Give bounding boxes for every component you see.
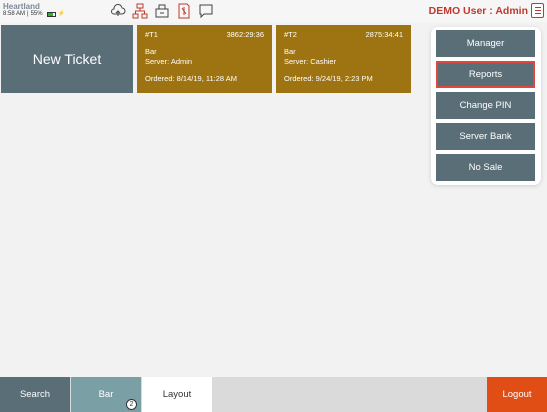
ticket-id: #T1: [145, 30, 158, 39]
ticket-ordered: Ordered: 8/14/19, 11:28 AM: [145, 74, 238, 83]
logout-button[interactable]: Logout: [487, 377, 547, 412]
separator: |: [27, 11, 29, 17]
menu-item-server-bank[interactable]: Server Bank: [436, 123, 535, 150]
tab-bar-label: Bar: [98, 389, 114, 400]
user-menu-dropdown: Manager Reports Change PIN Server Bank N…: [431, 27, 541, 185]
menu-item-manager[interactable]: Manager: [436, 30, 535, 57]
charging-icon: ⚡: [57, 11, 66, 17]
menu-item-no-sale[interactable]: No Sale: [436, 154, 535, 181]
brand-label: Heartland: [3, 2, 40, 11]
cloud-sync-icon[interactable]: [110, 3, 126, 19]
menu-item-reports[interactable]: Reports: [436, 61, 535, 88]
menu-item-change-pin[interactable]: Change PIN: [436, 92, 535, 119]
tab-bar[interactable]: Bar 2: [71, 377, 141, 412]
user-label: DEMO User : Admin: [428, 5, 528, 17]
ticket-timer: 2875:34:41: [365, 30, 403, 39]
ticket-card[interactable]: #T2 2875:34:41 Bar Server: Cashier Order…: [276, 25, 411, 93]
device-status: 8:58 AM | 55% ⚡: [3, 11, 65, 18]
ticket-area: Bar: [284, 47, 296, 56]
receipt-icon[interactable]: [176, 3, 192, 19]
bar-count-badge: 2: [126, 399, 137, 410]
cash-drawer-icon[interactable]: [154, 3, 170, 19]
menu-icon[interactable]: [531, 3, 544, 18]
battery-icon: [46, 12, 56, 17]
tab-layout[interactable]: Layout: [142, 377, 212, 412]
battery-percent: 55%: [30, 11, 43, 17]
ticket-ordered: Ordered: 9/24/19, 2:23 PM: [284, 74, 373, 83]
network-icon[interactable]: [132, 3, 148, 19]
ticket-area: Bar: [145, 47, 157, 56]
toolbar-icons: [110, 2, 214, 20]
ticket-id: #T2: [284, 30, 297, 39]
ticket-card[interactable]: #T1 3862:29:36 Bar Server: Admin Ordered…: [137, 25, 272, 93]
ticket-server: Server: Admin: [145, 57, 193, 66]
status-bar: Heartland 8:58 AM | 55% ⚡ DEMO User: Ad…: [0, 0, 547, 22]
ticket-timer: 3862:29:36: [226, 30, 264, 39]
new-ticket-button[interactable]: New Ticket: [1, 25, 133, 93]
time-label: 8:58 AM: [3, 11, 26, 17]
message-icon[interactable]: [198, 3, 214, 19]
bottom-bar: Search Bar 2 Layout Logout: [0, 377, 547, 412]
search-button[interactable]: Search: [0, 377, 70, 412]
ticket-server: Server: Cashier: [284, 57, 337, 66]
